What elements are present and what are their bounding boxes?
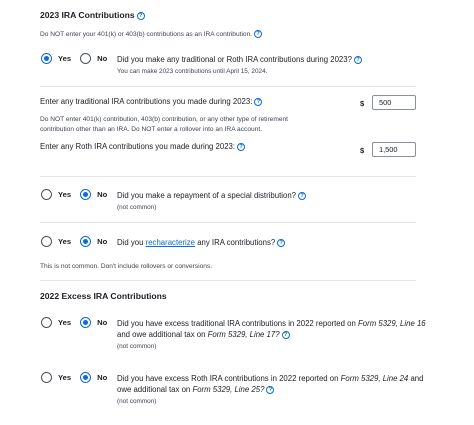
question-subtext: You can make 2023 contributions until Ap… xyxy=(117,68,268,75)
radio-yes-label: Yes xyxy=(58,54,72,63)
form-reference: Form 5329, Line 16 xyxy=(358,319,426,328)
traditional-label-text: Enter any traditional IRA contributions … xyxy=(40,97,253,106)
help-circle-icon[interactable]: ? xyxy=(237,143,246,151)
question-recharacterize: Did you recharacterize any IRA contribut… xyxy=(117,237,286,248)
section-heading-2023: 2023 IRA Contributions? xyxy=(40,10,145,20)
recharacterize-link[interactable]: recharacterize xyxy=(146,238,195,247)
section-heading-2022-excess: 2022 Excess IRA Contributions xyxy=(40,291,167,301)
help-circle-icon[interactable]: ? xyxy=(277,239,286,247)
question-subtext: (not common) xyxy=(117,398,157,405)
form-reference: Form 5329, Line 25 xyxy=(192,385,261,394)
question-text: and xyxy=(410,374,424,383)
currency-symbol: $ xyxy=(360,146,365,155)
question-line: owe additional tax on Form 5329, Line 25… xyxy=(117,384,447,395)
traditional-note-line: contribution other than an IRA. Do NOT e… xyxy=(40,125,262,133)
radio-no-label: No xyxy=(97,54,108,63)
question-text: Did you have excess traditional IRA cont… xyxy=(117,319,356,328)
help-circle-icon[interactable]: ? xyxy=(281,331,290,339)
question-text: Did you have excess Roth IRA contributio… xyxy=(117,374,339,383)
currency-symbol: $ xyxy=(360,99,365,108)
question-any-contributions: Did you make any traditional or Roth IRA… xyxy=(117,54,362,65)
radio-group-excess-traditional: Yes No xyxy=(41,317,116,328)
divider xyxy=(40,86,416,87)
traditional-label: Enter any traditional IRA contributions … xyxy=(40,96,263,107)
question-text: owe additional tax on xyxy=(117,385,191,394)
radio-yes-label: Yes xyxy=(58,237,72,246)
question-subtext: (not common) xyxy=(117,204,157,211)
question-excess-roth: Did you have excess Roth IRA contributio… xyxy=(117,373,447,395)
roth-label: Enter any Roth IRA contributions you mad… xyxy=(40,141,246,152)
question-line: and owe additional tax on Form 5329, Lin… xyxy=(117,329,447,340)
radio-yes[interactable] xyxy=(41,317,52,328)
question-text: any IRA contributions? xyxy=(197,238,276,247)
ira-note-text: Do NOT enter your 401(k) or 403(b) contr… xyxy=(40,31,253,38)
help-circle-icon[interactable]: ? xyxy=(266,386,275,394)
question-line: Did you have excess Roth IRA contributio… xyxy=(117,373,447,384)
help-circle-icon[interactable]: ? xyxy=(254,98,263,106)
radio-yes[interactable] xyxy=(41,236,52,247)
radio-no-label: No xyxy=(97,373,108,382)
question-line: Did you have excess traditional IRA cont… xyxy=(117,318,447,329)
radio-no[interactable] xyxy=(80,236,92,247)
divider xyxy=(40,222,416,223)
radio-yes[interactable] xyxy=(41,189,52,200)
radio-group-recharacterize: Yes No xyxy=(41,236,116,247)
question-mark: ? xyxy=(275,330,280,339)
question-text: Did you make a repayment of a special di… xyxy=(117,191,296,200)
form-reference: Form 5329, Line 24 xyxy=(340,374,409,383)
ira-note: Do NOT enter your 401(k) or 403(b) contr… xyxy=(40,30,263,40)
radio-group-repayment: Yes No xyxy=(41,189,116,200)
radio-no[interactable] xyxy=(80,317,92,328)
radio-no-label: No xyxy=(97,190,108,199)
radio-yes-label: Yes xyxy=(58,373,72,382)
radio-yes-label: Yes xyxy=(58,318,72,327)
radio-no-label: No xyxy=(97,237,108,246)
traditional-contribution-input[interactable] xyxy=(372,95,416,110)
question-text: Did you xyxy=(117,238,144,247)
radio-yes[interactable] xyxy=(41,53,52,64)
roth-contribution-input[interactable] xyxy=(372,142,416,157)
question-repayment: Did you make a repayment of a special di… xyxy=(117,190,306,201)
question-text: Did you make any traditional or Roth IRA… xyxy=(117,55,352,64)
radio-no-label: No xyxy=(97,318,108,327)
question-mark: ? xyxy=(260,385,265,394)
question-text: and owe additional tax on xyxy=(117,330,206,339)
radio-yes[interactable] xyxy=(41,372,52,383)
help-circle-icon[interactable]: ? xyxy=(136,12,145,20)
question-subtext: (not common) xyxy=(117,343,157,350)
radio-group-excess-roth: Yes No xyxy=(41,372,116,383)
question-excess-traditional: Did you have excess traditional IRA cont… xyxy=(117,318,447,340)
divider xyxy=(40,176,416,177)
radio-no[interactable] xyxy=(80,189,92,200)
divider xyxy=(40,280,416,281)
roth-label-text: Enter any Roth IRA contributions you mad… xyxy=(40,142,236,151)
traditional-note-line: Do NOT enter 401(k) contribution, 403(b)… xyxy=(40,116,288,123)
radio-no[interactable] xyxy=(80,53,92,64)
traditional-note: Do NOT enter 401(k) contribution, 403(b)… xyxy=(40,115,288,134)
help-circle-icon[interactable]: ? xyxy=(353,56,362,64)
recharacterize-note: This is not common. Don't include rollov… xyxy=(40,263,213,270)
radio-group-any-contributions: Yes No xyxy=(41,53,116,64)
radio-yes-label: Yes xyxy=(58,190,72,199)
help-circle-icon[interactable]: ? xyxy=(254,30,263,38)
section-heading-text: 2023 IRA Contributions xyxy=(40,10,135,20)
radio-no[interactable] xyxy=(80,372,92,383)
form-reference: Form 5329, Line 17 xyxy=(207,330,276,339)
help-circle-icon[interactable]: ? xyxy=(298,192,306,200)
